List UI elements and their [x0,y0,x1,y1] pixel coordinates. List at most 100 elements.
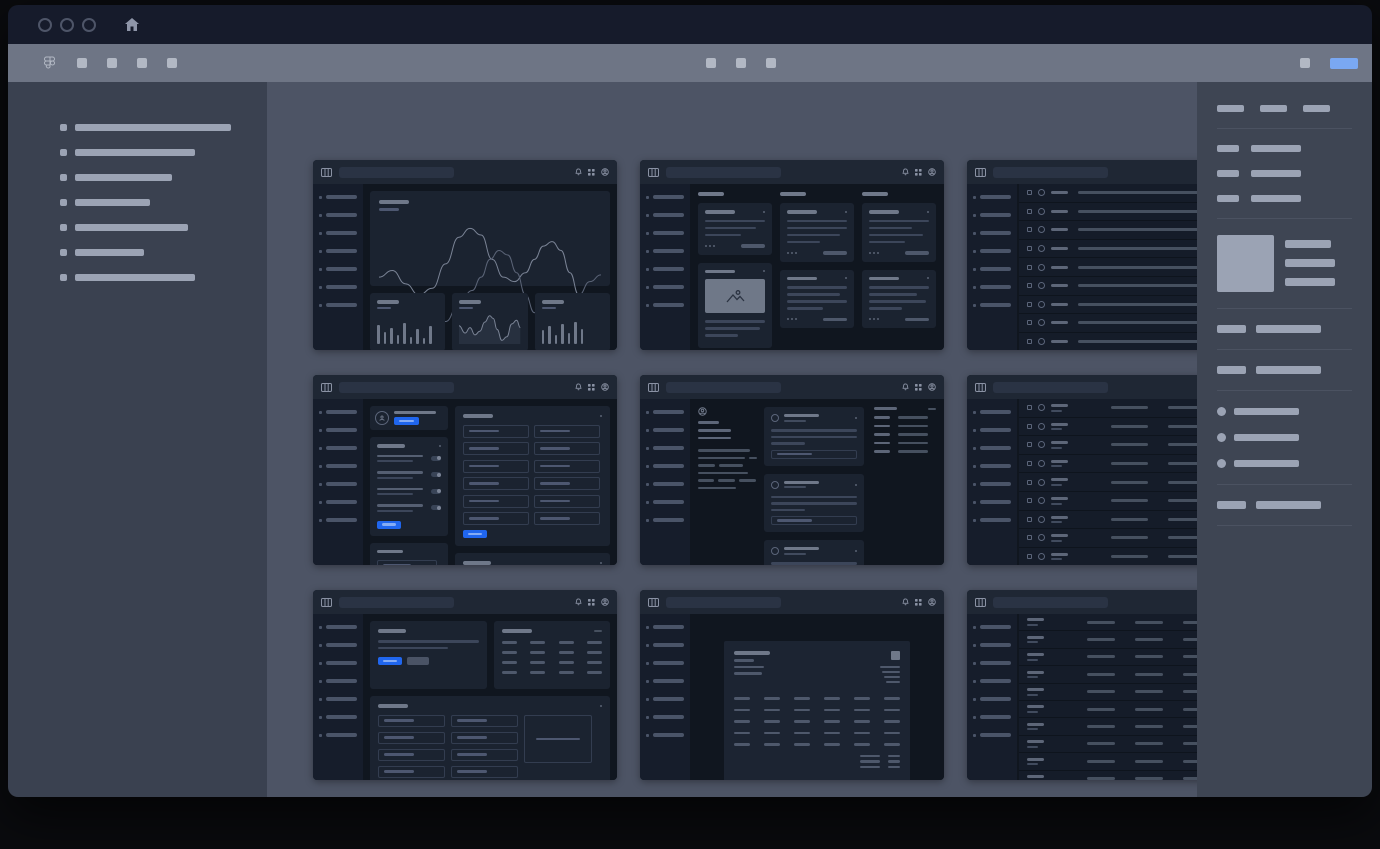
table-row[interactable] [1019,184,1197,203]
tool-button[interactable] [1300,58,1310,68]
kanban-card[interactable] [780,203,854,262]
table-row[interactable] [1019,277,1197,296]
mini-input[interactable] [451,715,518,727]
mini-input[interactable] [378,732,445,744]
table-row[interactable] [1019,333,1197,350]
mini-search-input[interactable] [993,382,1108,393]
row-checkbox[interactable] [1027,302,1032,307]
table-row[interactable] [1019,529,1197,548]
table-row[interactable] [1019,548,1197,565]
table-row[interactable] [1019,649,1197,666]
template-card-kanban-board[interactable] [640,160,944,350]
row-checkbox[interactable] [1027,265,1032,270]
table-row[interactable] [1019,736,1197,753]
tool-button[interactable] [107,58,117,68]
tool-button[interactable] [766,58,776,68]
maximize-button[interactable] [82,18,96,32]
tool-button[interactable] [736,58,746,68]
inspector-tab[interactable] [1303,105,1330,112]
table-row[interactable] [1019,314,1197,333]
mini-input[interactable] [534,477,600,490]
table-row[interactable] [1019,258,1197,277]
sidebar-layer-item[interactable] [60,249,267,256]
row-checkbox[interactable] [1027,442,1032,447]
option-row[interactable] [1217,459,1372,468]
mini-input[interactable] [451,732,518,744]
row-checkbox[interactable] [1027,498,1032,503]
mini-input[interactable] [451,766,518,778]
table-row[interactable] [1019,436,1197,455]
mini-primary-button[interactable] [378,657,402,665]
table-row[interactable] [1019,684,1197,701]
row-checkbox[interactable] [1027,320,1032,325]
table-row[interactable] [1019,240,1197,259]
template-card-settings-profile[interactable] [313,375,617,565]
color-swatch[interactable] [1217,235,1274,292]
mini-input[interactable] [534,512,600,525]
mini-search-input[interactable] [993,167,1108,178]
table-row[interactable] [1019,753,1197,770]
sidebar-layer-item[interactable] [60,274,267,281]
template-card-list-view-dense[interactable] [967,590,1197,780]
mini-input[interactable] [463,512,529,525]
option-row[interactable] [1217,433,1372,442]
table-row[interactable] [1019,701,1197,718]
table-row[interactable] [1019,221,1197,240]
mini-input[interactable] [378,766,445,778]
table-row[interactable] [1019,718,1197,735]
template-card-social-feed[interactable] [640,375,944,565]
mini-primary-button[interactable] [377,521,401,529]
table-row[interactable] [1019,418,1197,437]
table-row[interactable] [1019,473,1197,492]
kanban-card[interactable] [698,263,772,349]
mini-input[interactable] [451,749,518,761]
row-checkbox[interactable] [1027,209,1032,214]
toggle-switch[interactable] [431,456,441,461]
close-button[interactable] [38,18,52,32]
row-checkbox[interactable] [1027,405,1032,410]
inspector-tab[interactable] [1217,105,1244,112]
template-card-invoice-document[interactable] [640,590,944,780]
mini-search-input[interactable] [339,597,454,608]
table-row[interactable] [1019,203,1197,222]
option-row[interactable] [1217,407,1372,416]
template-card-list-view-columns[interactable] [967,375,1197,565]
sidebar-layer-item[interactable] [60,224,267,231]
mini-input[interactable] [463,477,529,490]
kanban-card[interactable] [862,203,936,262]
mini-search-input[interactable] [993,597,1108,608]
template-card-billing-forms[interactable] [313,590,617,780]
tool-button[interactable] [137,58,147,68]
mini-input[interactable] [463,495,529,508]
mini-secondary-button[interactable] [407,657,429,665]
figma-logo-icon[interactable] [44,56,57,71]
mini-input[interactable] [771,450,857,459]
primary-action-button[interactable] [1330,58,1358,69]
table-row[interactable] [1019,614,1197,631]
table-row[interactable] [1019,771,1197,780]
row-checkbox[interactable] [1027,554,1032,559]
tool-button[interactable] [706,58,716,68]
row-checkbox[interactable] [1027,461,1032,466]
row-checkbox[interactable] [1027,227,1032,232]
row-checkbox[interactable] [1027,535,1032,540]
mini-search-input[interactable] [666,597,781,608]
mini-input[interactable] [463,460,529,473]
mini-primary-button[interactable] [463,530,487,538]
table-row[interactable] [1019,511,1197,530]
sidebar-layer-item[interactable] [60,174,267,181]
table-row[interactable] [1019,399,1197,418]
mini-input[interactable] [534,460,600,473]
row-checkbox[interactable] [1027,190,1032,195]
sidebar-layer-item[interactable] [60,199,267,206]
row-checkbox[interactable] [1027,283,1032,288]
mini-input[interactable] [534,495,600,508]
tool-button[interactable] [167,58,177,68]
tool-button[interactable] [77,58,87,68]
mini-input[interactable] [534,442,600,455]
sidebar-layer-item[interactable] [60,124,267,131]
table-row[interactable] [1019,455,1197,474]
row-checkbox[interactable] [1027,246,1032,251]
row-checkbox[interactable] [1027,424,1032,429]
row-checkbox[interactable] [1027,517,1032,522]
